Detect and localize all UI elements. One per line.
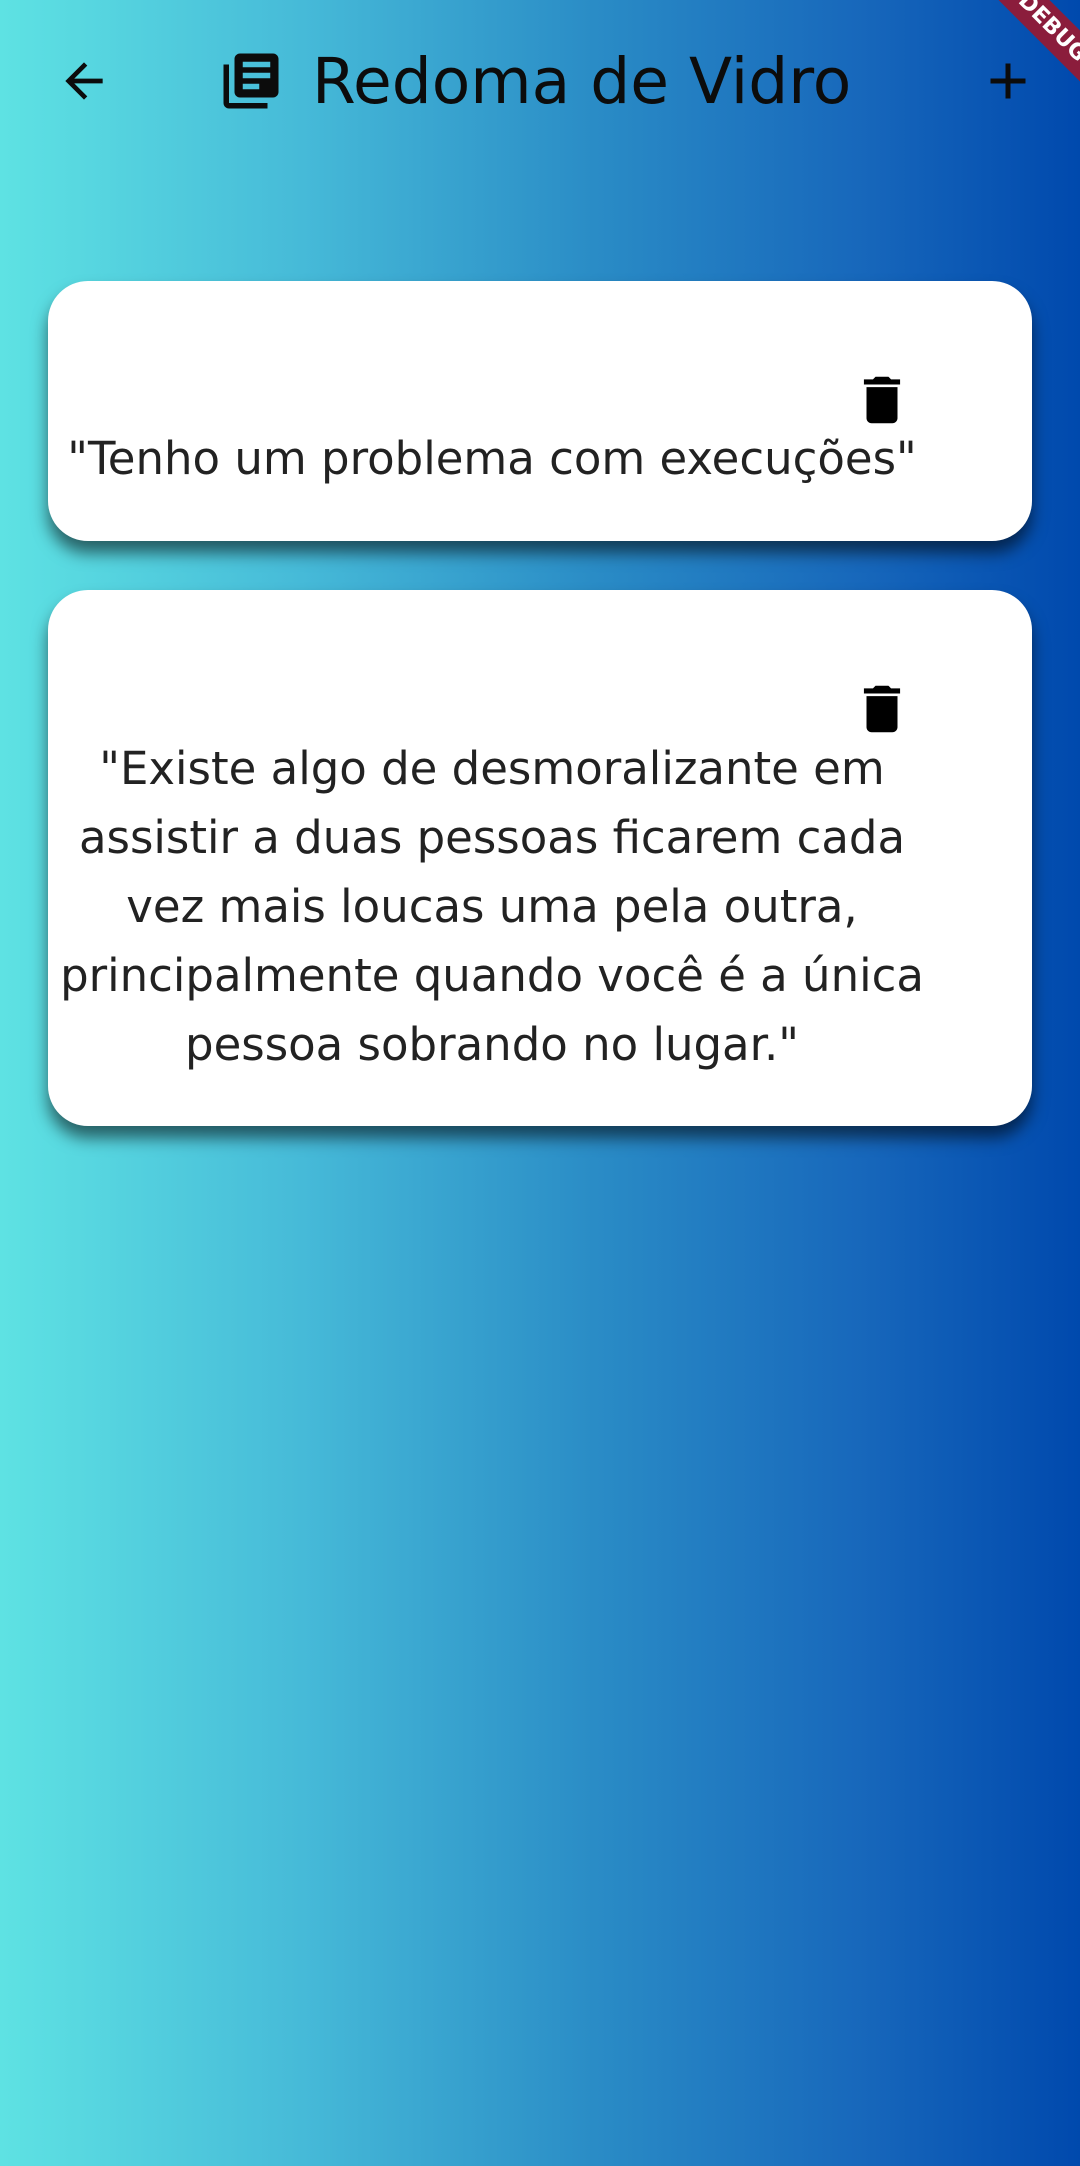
- back-button[interactable]: [36, 33, 132, 129]
- quote-text: "Existe algo de desmoralizante em assist…: [60, 742, 924, 1071]
- debug-banner: DEBUG: [990, 0, 1080, 90]
- page-title: Redoma de Vidro: [312, 44, 852, 118]
- library-books-icon: [218, 48, 284, 114]
- trash-icon: [863, 376, 901, 424]
- quote-text: "Tenho um problema com execuções": [67, 432, 917, 485]
- debug-banner-label: DEBUG: [990, 0, 1080, 90]
- arrow-back-icon: [65, 62, 103, 100]
- app-bar: Redoma de Vidro: [0, 0, 1080, 162]
- app-title: Redoma de Vidro: [218, 36, 851, 126]
- trash-icon: [863, 685, 901, 733]
